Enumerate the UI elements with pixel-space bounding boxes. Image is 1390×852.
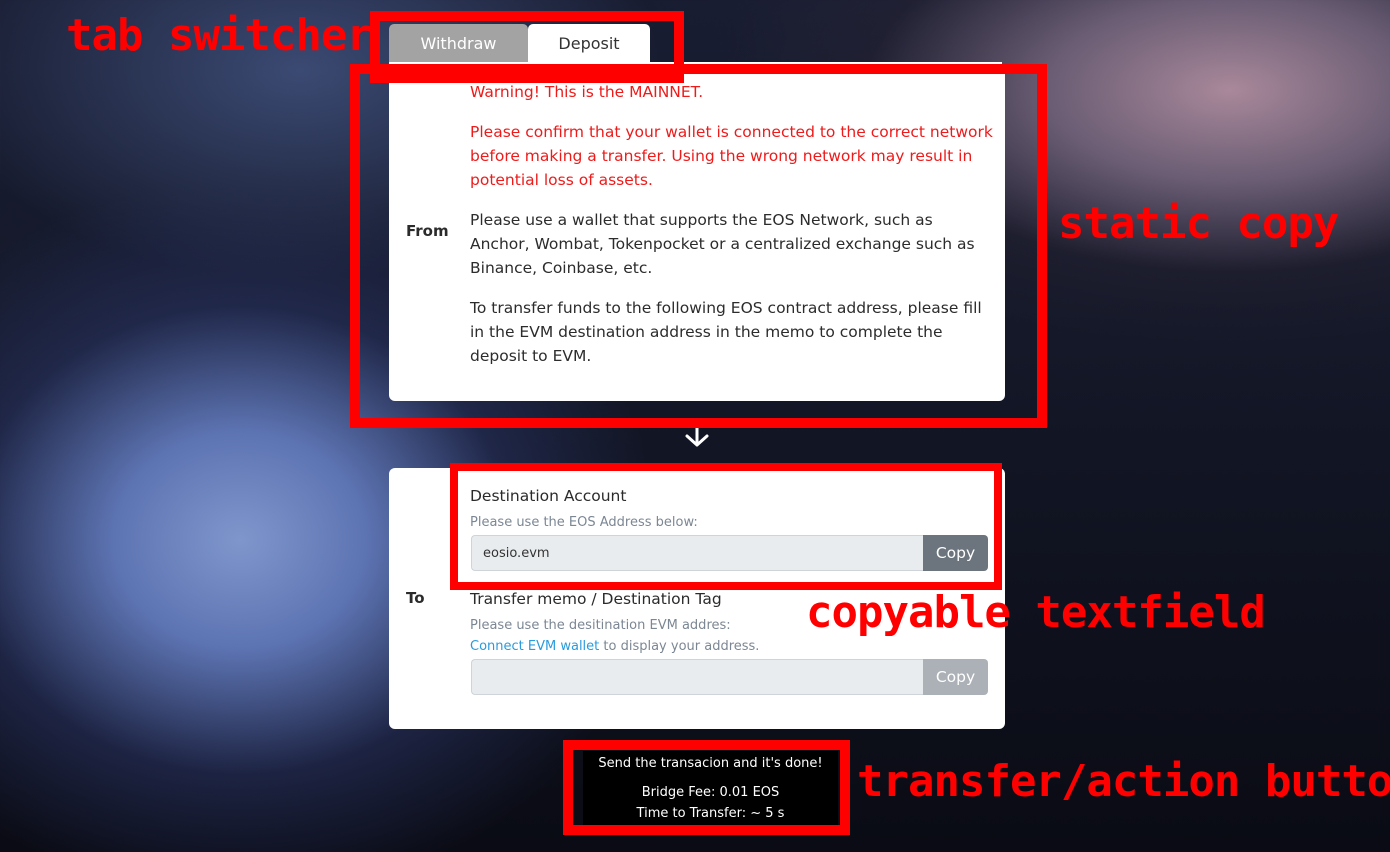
annotation-label-action-button: transfer/action button (857, 756, 1390, 807)
to-label: To (406, 589, 425, 607)
annotation-label-tab-switcher: tab switcher (66, 10, 373, 61)
annotation-label-copyable-textfield: copyable textfield (806, 587, 1266, 638)
copy-memo-button[interactable]: Copy (923, 659, 988, 695)
transfer-memo-title: Transfer memo / Destination Tag (470, 590, 722, 608)
annotation-box-action-button (563, 740, 850, 835)
annotation-label-static-copy: static copy (1058, 198, 1339, 249)
annotation-box-static-copy (350, 64, 1047, 428)
arrow-down-icon (685, 426, 709, 447)
connect-wallet-suffix: to display your address. (599, 639, 760, 654)
connect-wallet-line: Connect EVM wallet to display your addre… (470, 639, 759, 654)
transfer-memo-field[interactable] (471, 659, 923, 695)
connect-evm-wallet-link[interactable]: Connect EVM wallet (470, 639, 599, 654)
annotation-box-copyable-textfield (450, 463, 1002, 590)
transfer-memo-hint: Please use the desitination EVM addres: (470, 618, 731, 633)
